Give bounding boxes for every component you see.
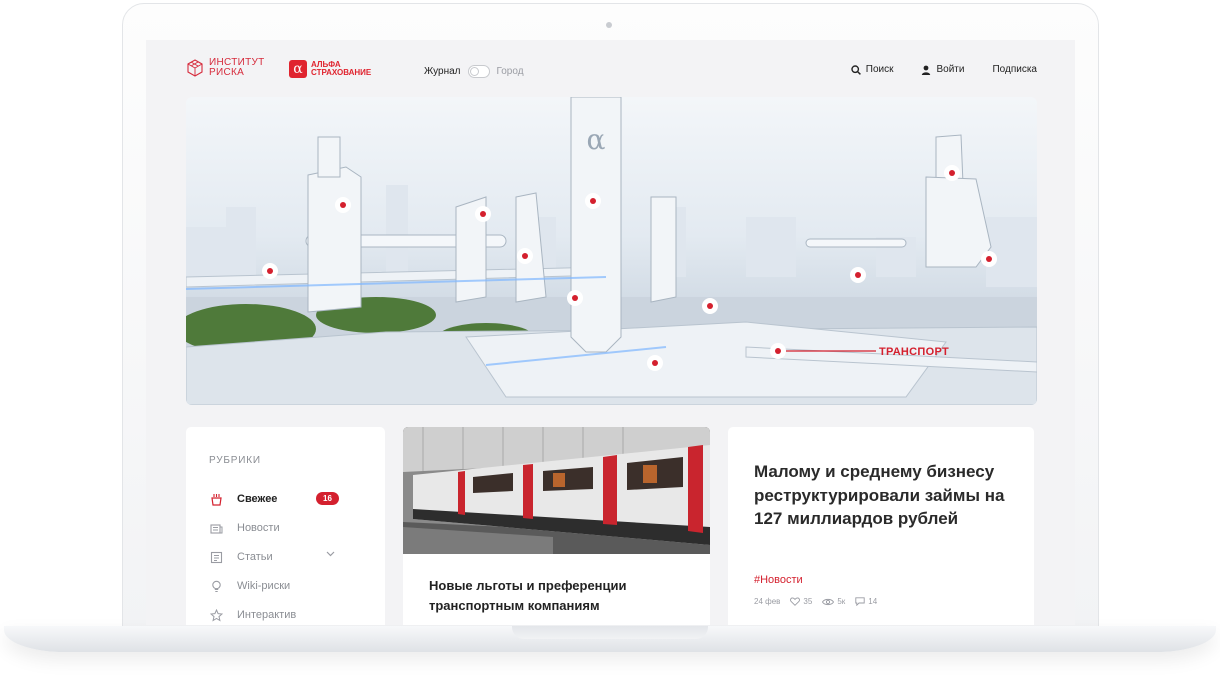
hotspot-marker[interactable] <box>475 206 491 222</box>
sidebar-item-label: Новости <box>237 522 280 534</box>
hotspot-marker[interactable] <box>567 290 583 306</box>
user-icon <box>922 65 931 75</box>
search-button[interactable]: Поиск <box>851 64 894 75</box>
sidebar-item-label: Свежее <box>237 493 278 505</box>
news-icon <box>210 523 223 534</box>
hotspot-marker[interactable] <box>585 193 601 209</box>
alfa-logo[interactable]: α АЛЬФА СТРАХОВАНИЕ <box>289 60 371 78</box>
alfa-logo-line2: СТРАХОВАНИЕ <box>311 68 372 77</box>
screen: ИНСТИТУТ РИСКА α АЛЬФА СТРАХОВАНИЕ Журна… <box>146 40 1075 625</box>
likes-count: 35 <box>803 597 813 606</box>
toggle-journal-label[interactable]: Журнал <box>424 66 461 77</box>
news-tag-link[interactable]: #Новости <box>754 574 803 586</box>
hotspot-transport[interactable] <box>770 343 786 359</box>
sidebar-item-interactive[interactable]: Интерактив <box>210 607 350 623</box>
login-label: Войти <box>936 64 965 75</box>
train-illustration <box>403 427 710 554</box>
sidebar-item-label: Wiki-риски <box>237 580 291 592</box>
laptop-notch <box>512 626 708 639</box>
alfa-logo-mark: α <box>289 60 307 78</box>
site-header: ИНСТИТУТ РИСКА α АЛЬФА СТРАХОВАНИЕ Журна… <box>146 40 1075 96</box>
institute-logo-line2: РИСКА <box>209 67 245 78</box>
hotspot-marker[interactable] <box>850 267 866 283</box>
transport-hotspot-label[interactable]: ТРАНСПОРТ <box>879 346 949 358</box>
heart-icon <box>790 597 801 606</box>
views-count: 5к <box>837 597 846 606</box>
hotspot-marker[interactable] <box>702 298 718 314</box>
likes-counter[interactable]: 35 <box>790 597 812 606</box>
login-button[interactable]: Войти <box>921 64 964 75</box>
comment-icon <box>855 597 865 606</box>
views-counter: 5к <box>822 597 845 606</box>
sidebar-item-label: Интерактив <box>237 609 297 621</box>
search-label: Поиск <box>865 64 894 75</box>
hotspot-marker[interactable] <box>981 251 997 267</box>
subscribe-link[interactable]: Подписка <box>992 64 1037 75</box>
article-card-train[interactable]: Новые льготы и преференции транспортным … <box>403 427 710 625</box>
sidebar-item-articles[interactable]: Статьи <box>210 549 350 565</box>
sidebar-item-fresh[interactable]: Свежее 16 <box>210 491 350 507</box>
chevron-down-icon[interactable] <box>326 551 335 557</box>
hotspot-marker[interactable] <box>647 355 663 371</box>
news-date: 24 фев <box>754 597 781 606</box>
train-article-title[interactable]: Новые льготы и преференции транспортным … <box>429 576 689 616</box>
laptop-camera <box>606 22 612 28</box>
tower-alpha-symbol: α <box>587 123 606 156</box>
hotspot-marker[interactable] <box>944 165 960 181</box>
hero-city-illustration[interactable]: α ТРАНСПОРТ <box>186 97 1037 405</box>
article-card-news[interactable]: Малому и среднему бизнесу реструктуриров… <box>728 427 1034 625</box>
hotspot-marker[interactable] <box>262 263 278 279</box>
hotspot-marker[interactable] <box>517 248 533 264</box>
hotspot-marker[interactable] <box>335 197 351 213</box>
bulb-icon <box>212 580 221 592</box>
articles-icon <box>210 551 223 563</box>
mode-switch[interactable] <box>467 65 490 78</box>
rubrics-card: РУБРИКИ Свежее 16 Новости Статьи Wiki-ри… <box>186 427 385 625</box>
comments-count: 14 <box>868 597 878 606</box>
header-nav: Поиск Войти Подписка <box>851 64 1037 75</box>
institute-logo[interactable]: ИНСТИТУТ РИСКА <box>186 58 265 78</box>
institute-logo-mark <box>187 59 203 77</box>
sidebar-item-wiki[interactable]: Wiki-риски <box>210 578 350 594</box>
comments-counter[interactable]: 14 <box>855 597 877 606</box>
city-scene: α <box>186 97 1037 405</box>
train-photo <box>403 427 710 554</box>
sidebar-item-label: Статьи <box>237 551 273 563</box>
rubrics-title: РУБРИКИ <box>209 455 261 466</box>
fresh-count-badge: 16 <box>316 492 339 505</box>
news-article-title[interactable]: Малому и среднему бизнесу реструктуриров… <box>754 460 1014 531</box>
mode-toggle: Журнал Город <box>424 65 524 78</box>
sidebar-item-news[interactable]: Новости <box>210 520 350 536</box>
fresh-icon <box>211 493 222 506</box>
eye-icon <box>822 598 835 605</box>
subscribe-label: Подписка <box>992 64 1037 75</box>
search-icon <box>851 64 861 75</box>
toggle-city-label[interactable]: Город <box>497 66 524 77</box>
star-icon <box>210 608 223 622</box>
news-meta: 24 фев 35 5к 14 <box>754 597 877 606</box>
